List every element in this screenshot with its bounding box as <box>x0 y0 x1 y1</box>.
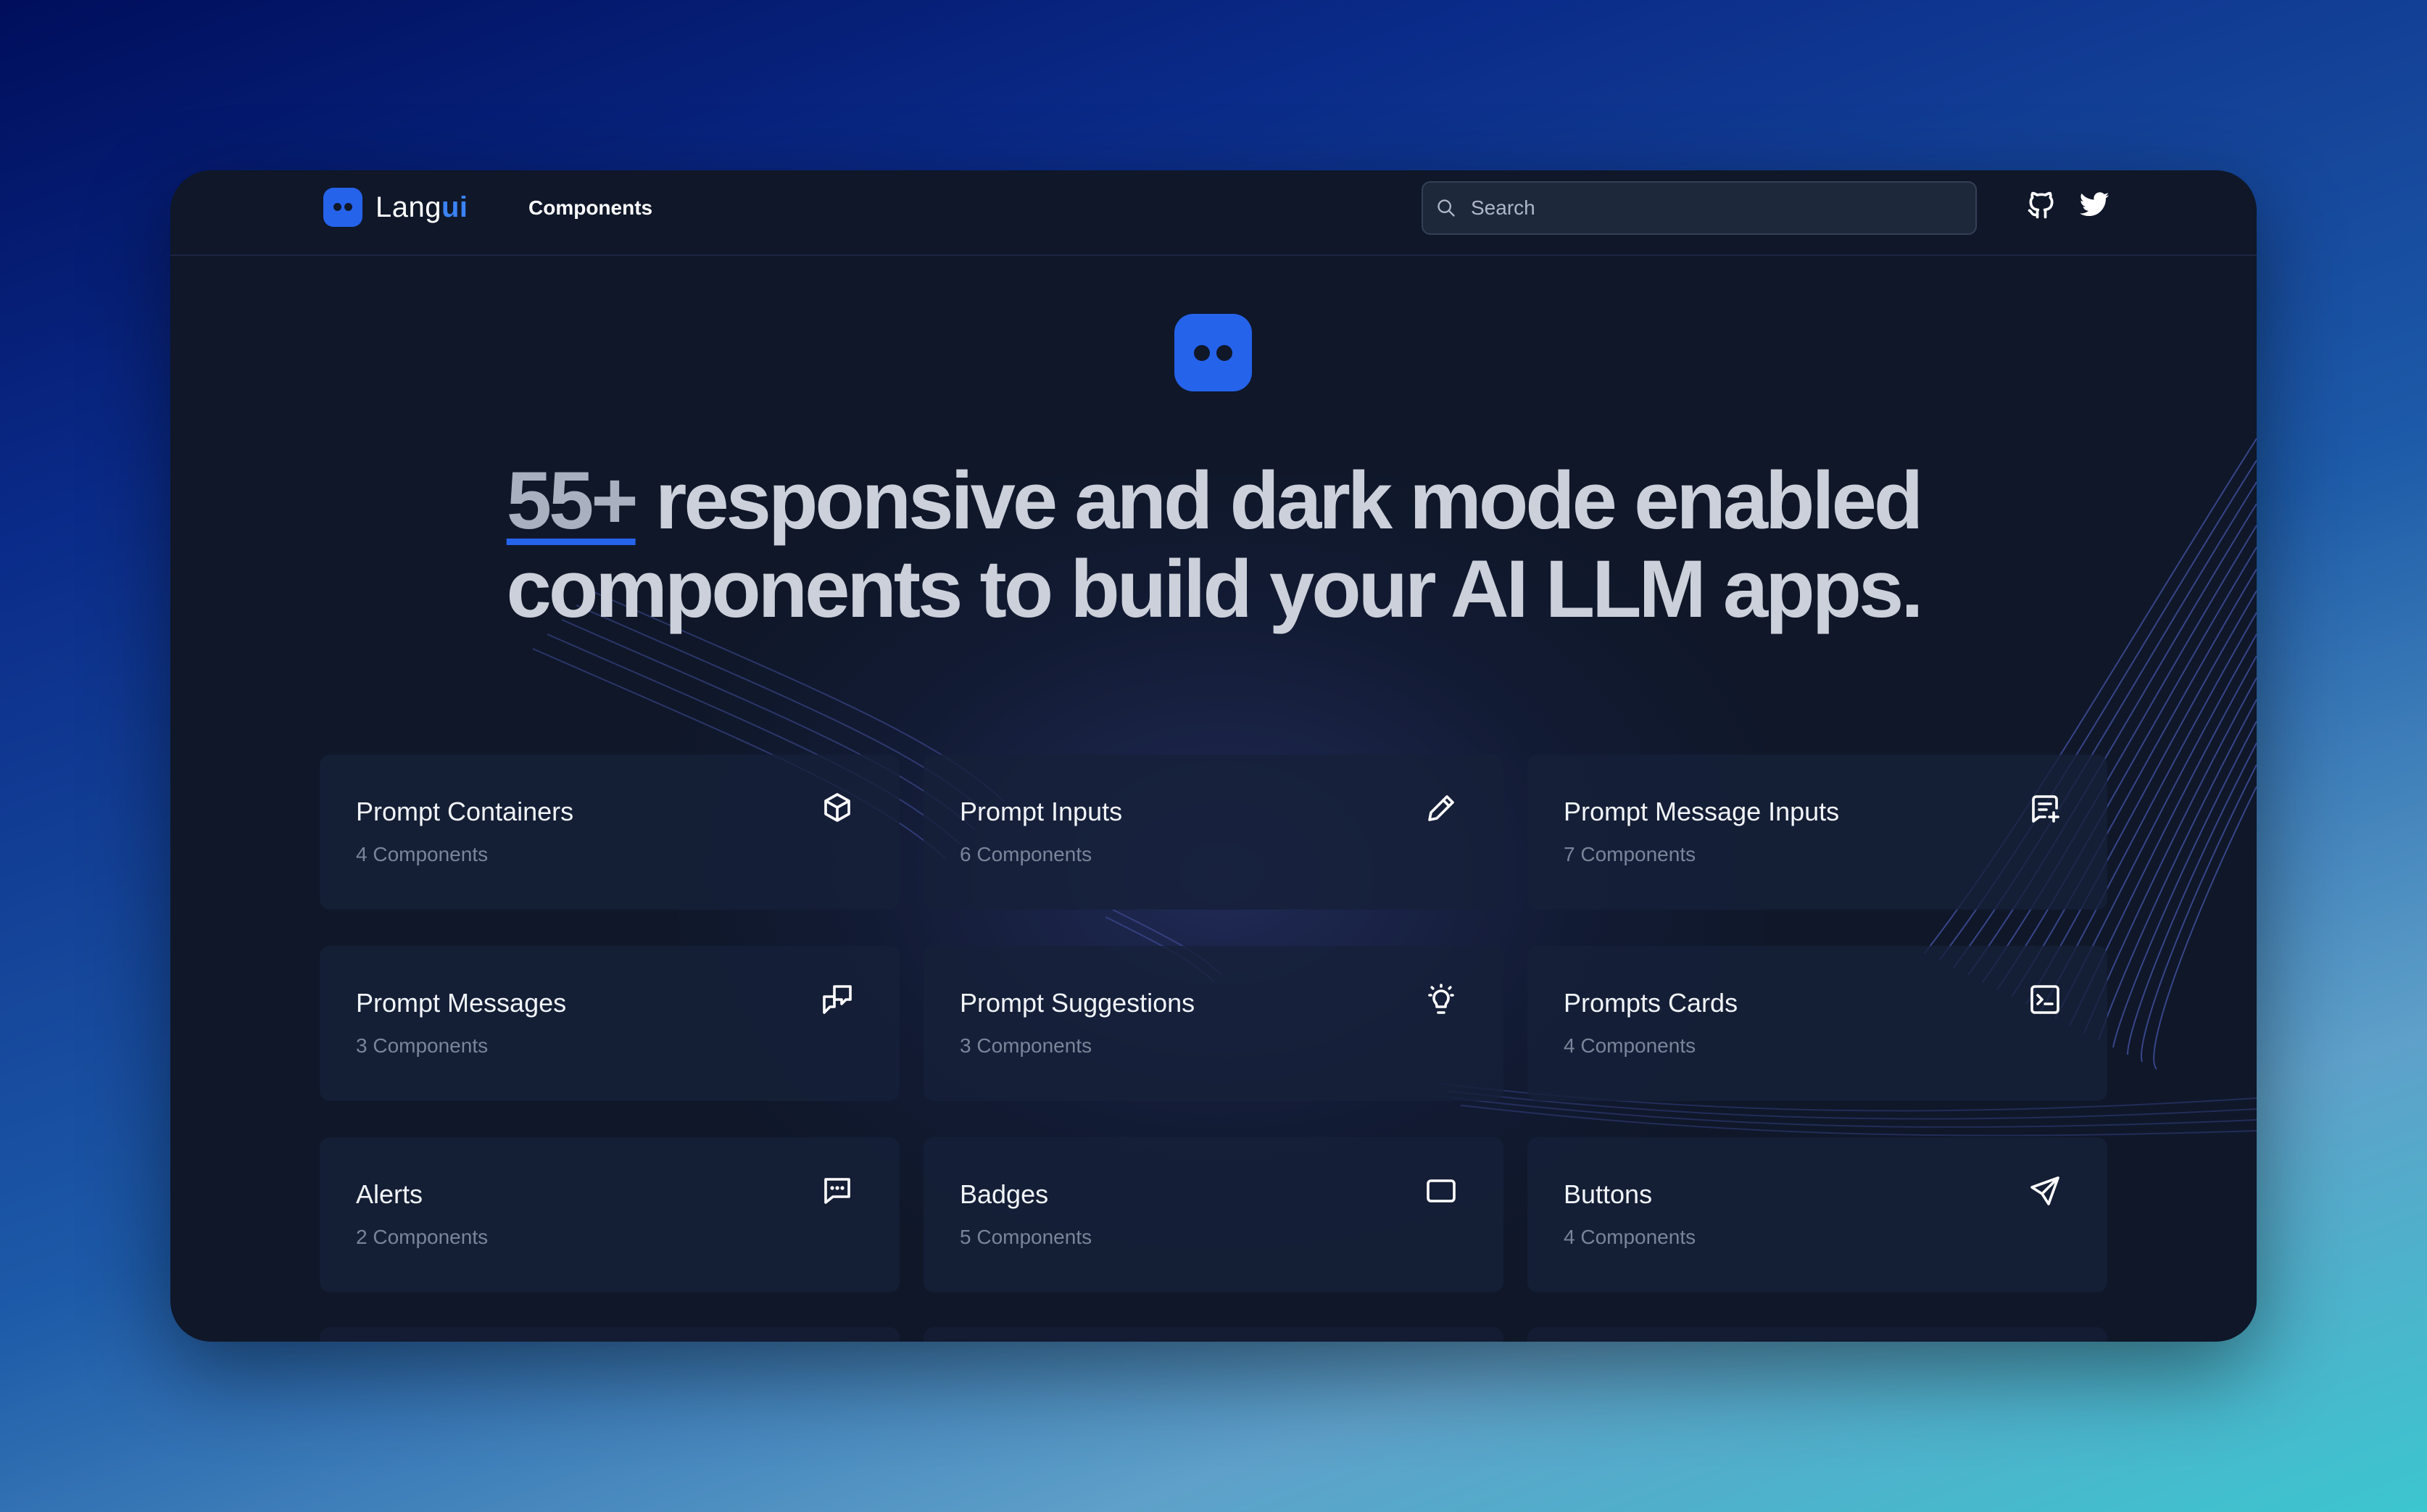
rectangle-icon <box>1427 1179 1456 1202</box>
pencil-icon <box>1428 795 1454 821</box>
card-prompt-containers[interactable]: Prompt Containers 4 Components <box>320 755 900 910</box>
github-icon[interactable] <box>2025 189 2057 221</box>
search-box[interactable] <box>1422 181 1977 235</box>
twitter-icon[interactable] <box>2078 189 2110 221</box>
brand-logo[interactable]: Langui <box>323 185 468 230</box>
next-row-peek <box>320 1327 2107 1342</box>
brand-name: Langui <box>376 191 468 223</box>
cube-icon <box>824 793 850 822</box>
category-grid: Prompt Containers 4 Components Prompt In… <box>320 755 2107 1292</box>
card-prompt-suggestions[interactable]: Prompt Suggestions 3 Components <box>924 946 1503 1101</box>
bulb-icon <box>1428 984 1454 1014</box>
card-buttons[interactable]: Buttons 4 Components <box>1527 1137 2107 1292</box>
send-icon <box>2030 1176 2059 1205</box>
card-prompt-message-inputs[interactable]: Prompt Message Inputs 7 Components <box>1527 755 2107 910</box>
app-window: Langui Components 55+ responsive and dar… <box>170 170 2257 1342</box>
card-peek <box>1527 1327 2107 1342</box>
nav-link-components[interactable]: Components <box>528 196 652 220</box>
hero-logo-icon <box>1174 314 1252 391</box>
search-input[interactable] <box>1469 196 1936 220</box>
message-plus-icon <box>2032 795 2059 823</box>
card-badges[interactable]: Badges 5 Components <box>924 1137 1503 1292</box>
message-dots-icon <box>824 1178 850 1204</box>
terminal-icon <box>2030 985 2059 1014</box>
card-peek <box>924 1327 1503 1342</box>
component-count: 55+ <box>506 455 639 546</box>
search-icon <box>1437 199 1455 217</box>
card-prompt-messages[interactable]: Prompt Messages 3 Components <box>320 946 900 1101</box>
hero-headline: 55+ responsive and dark mode enabled com… <box>506 455 1924 634</box>
card-peek <box>320 1327 900 1342</box>
logo-mark-icon <box>323 188 362 227</box>
messages-icon <box>823 985 852 1014</box>
card-alerts[interactable]: Alerts 2 Components <box>320 1137 900 1292</box>
card-prompts-cards[interactable]: Prompts Cards 4 Components <box>1527 946 2107 1101</box>
card-prompt-inputs[interactable]: Prompt Inputs 6 Components <box>924 755 1503 910</box>
top-nav: Langui Components <box>170 170 2257 256</box>
